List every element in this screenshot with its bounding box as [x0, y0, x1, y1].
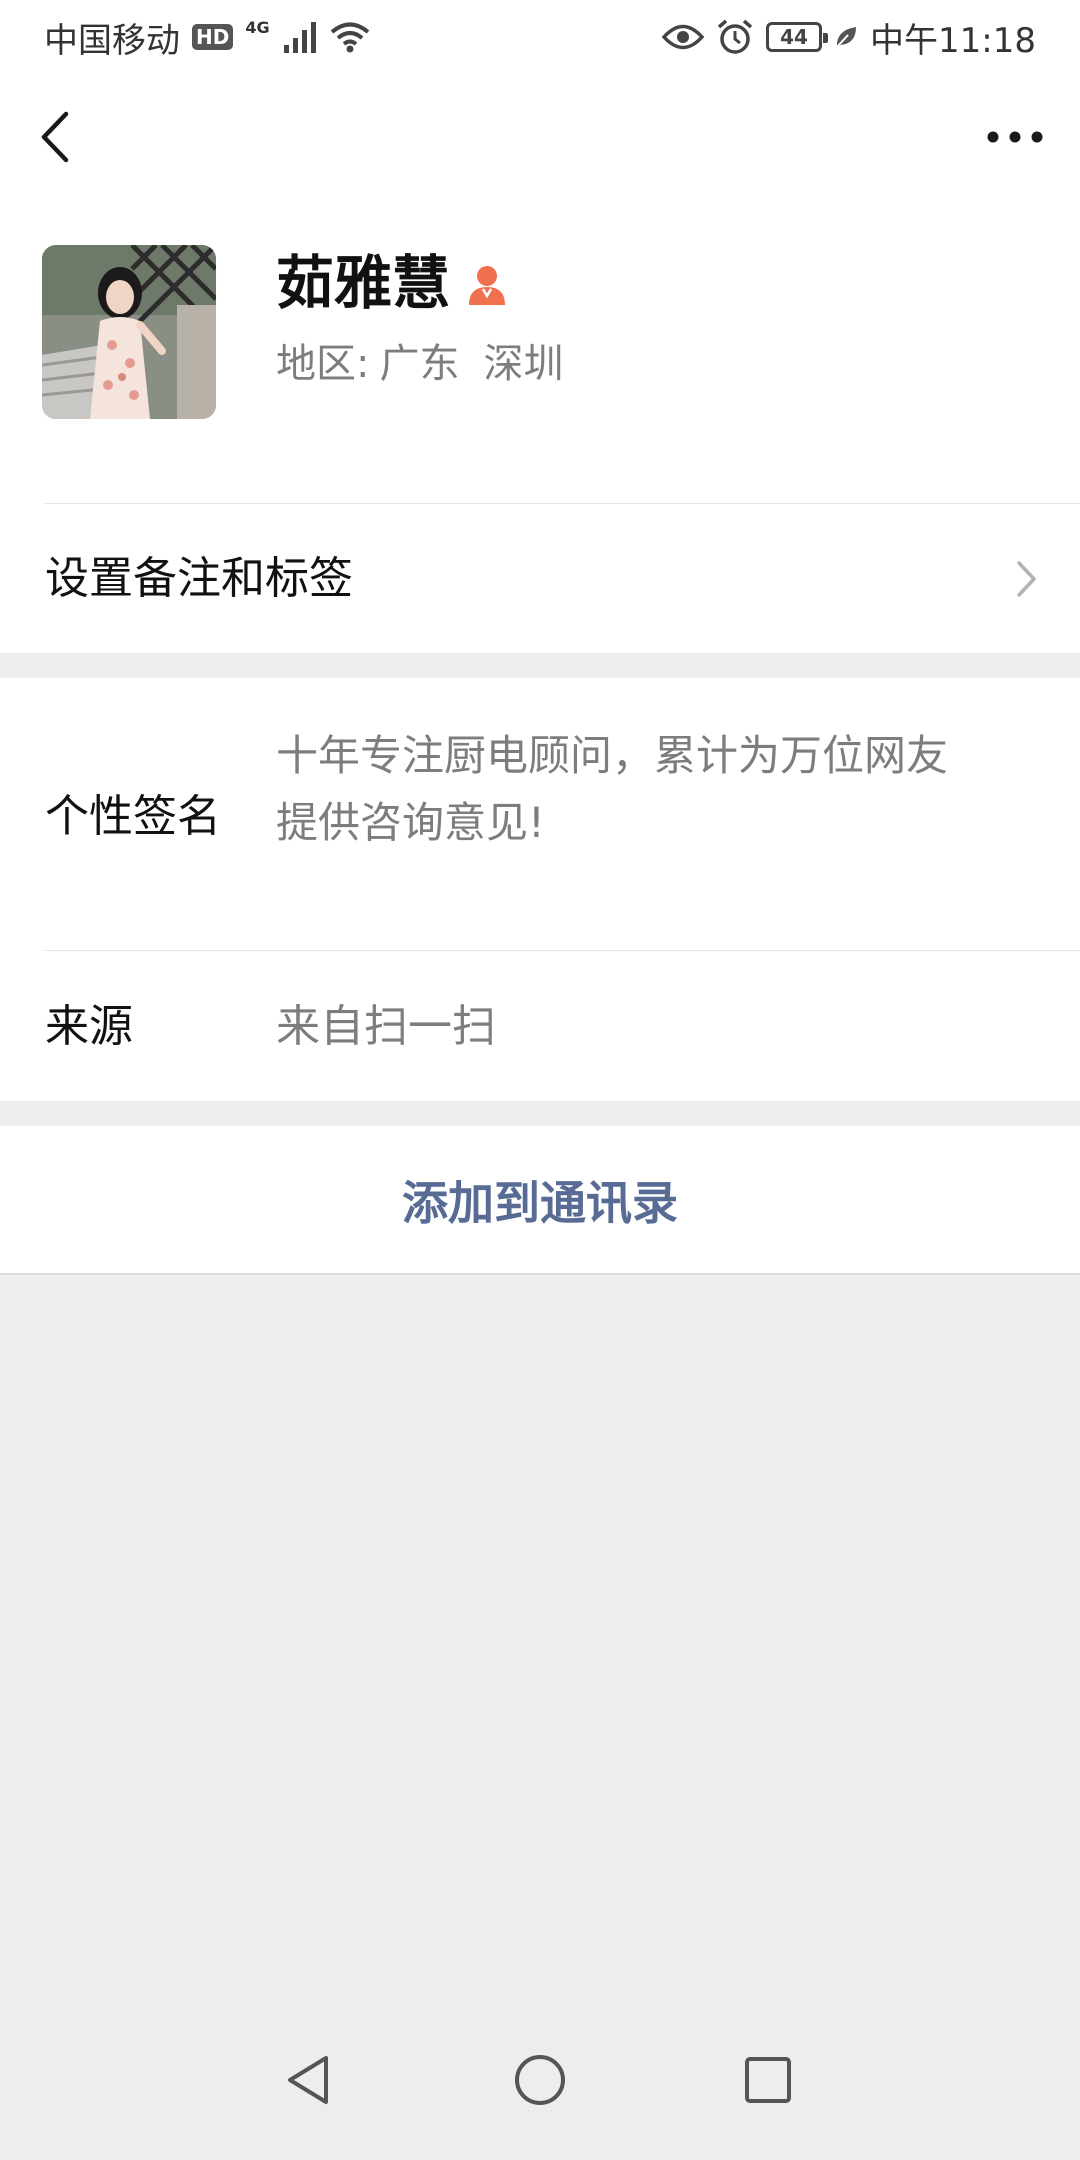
- signature-line: 十年专注厨电顾问，累计为万位网友: [276, 731, 949, 780]
- recents-square-icon: [745, 2057, 791, 2103]
- back-button[interactable]: [30, 104, 90, 170]
- set-remark-and-tags-row[interactable]: 设置备注和标签: [0, 504, 1080, 653]
- avatar[interactable]: [42, 245, 216, 419]
- region-province: 广东: [379, 341, 460, 387]
- alarm-icon: [717, 19, 753, 54]
- profile-region: 地区: 广东 深圳: [276, 340, 563, 388]
- add-to-contacts-button[interactable]: 添加到通讯录: [0, 1126, 1080, 1273]
- clock-time: 中午11:18: [870, 20, 1036, 61]
- hd-badge: HD: [192, 24, 234, 50]
- battery-level: 44: [780, 25, 808, 49]
- battery-icon: 44: [766, 22, 829, 52]
- add-contact-card: 添加到通讯录: [0, 1126, 1080, 1275]
- status-bar: 中国移动 HD 4G 44 中午11:18: [0, 0, 1080, 74]
- signature-line: 提供咨询意见!: [276, 798, 545, 847]
- signature-value: 十年专注厨电顾问，累计为万位网友 提供咨询意见!: [276, 722, 1016, 856]
- system-nav-bar: [0, 2000, 1080, 2160]
- remark-label: 设置备注和标签: [45, 553, 353, 604]
- home-circle-icon: [515, 2055, 565, 2105]
- status-right: 44 中午11:18: [662, 13, 1036, 62]
- wifi-icon: [330, 22, 369, 53]
- status-left: 中国移动 HD 4G: [44, 13, 370, 62]
- nav-bar: [0, 74, 1080, 200]
- region-label: 地区:: [276, 341, 370, 387]
- signature-label: 个性签名: [45, 791, 221, 842]
- info-card: 个性签名 十年专注厨电顾问，累计为万位网友 提供咨询意见! 来源 来自扫一扫: [0, 678, 1080, 1101]
- system-back-button[interactable]: [278, 2050, 338, 2110]
- signal-icon: [283, 22, 316, 53]
- back-arrow-icon: [41, 111, 69, 163]
- profile-name: 茹雅慧: [276, 249, 451, 317]
- system-recents-button[interactable]: [738, 2050, 798, 2110]
- chevron-right-icon: [1017, 561, 1036, 597]
- avatar-photo: [42, 245, 216, 419]
- back-triangle-icon: [288, 2056, 328, 2104]
- source-label: 来源: [45, 1001, 133, 1052]
- eye-icon: [662, 24, 705, 50]
- more-dots-icon: [987, 131, 1043, 143]
- carrier-label: 中国移动: [44, 20, 180, 61]
- network-type: 4G: [245, 17, 270, 37]
- divider: [45, 950, 1080, 951]
- leaf-icon: [836, 27, 857, 48]
- more-options-button[interactable]: [980, 104, 1050, 170]
- region-city: 深圳: [483, 341, 564, 387]
- system-home-button[interactable]: [510, 2050, 570, 2110]
- profile-card: 茹雅慧 地区: 广东 深圳 设置备注和标签: [0, 200, 1080, 653]
- source-value: 来自扫一扫: [276, 1001, 496, 1052]
- female-icon: [469, 266, 505, 305]
